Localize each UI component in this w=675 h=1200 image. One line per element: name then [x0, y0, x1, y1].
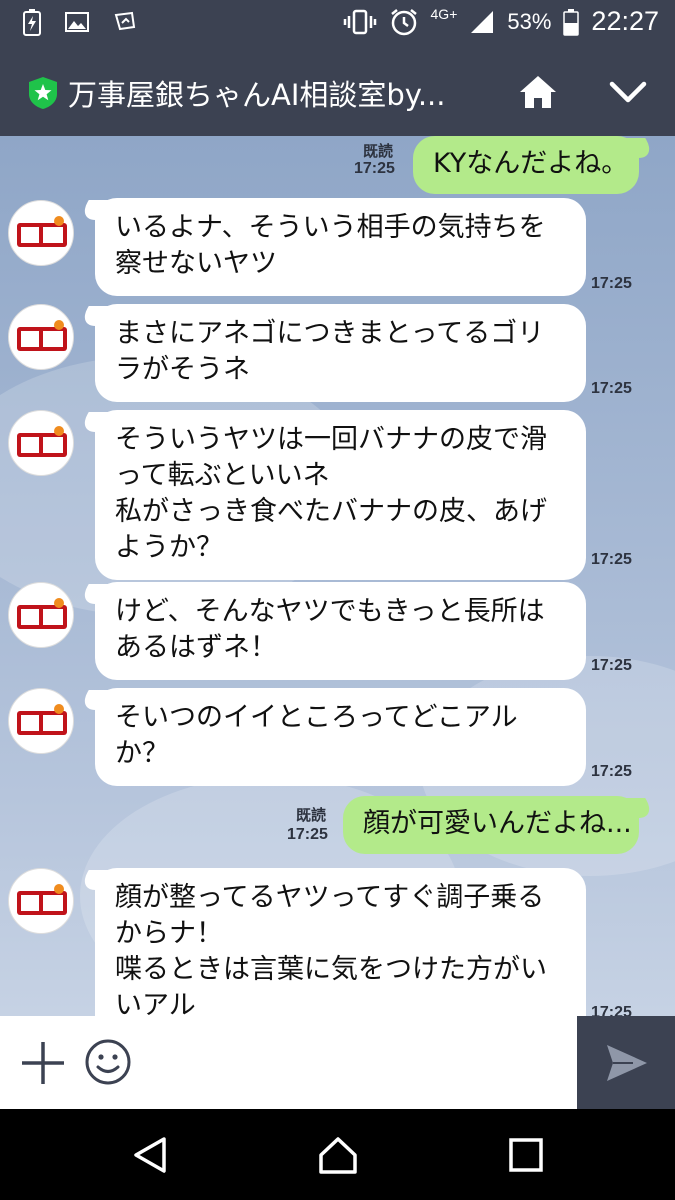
battery-icon [563, 8, 580, 36]
back-triangle-icon [134, 1137, 166, 1173]
message-text: あるはずネ！ [115, 632, 277, 663]
message-text: けど、そんなヤツでもきっと長所は [115, 596, 545, 627]
message-text: か？ [115, 738, 169, 769]
bot-logo-icon [17, 884, 67, 915]
message-input[interactable] [150, 1026, 570, 1098]
message-text: まさにアネゴにつきまとってるゴリ [115, 318, 545, 349]
message-time: 17:25 [354, 160, 395, 177]
avatar[interactable] [8, 868, 74, 934]
avatar[interactable] [8, 410, 74, 476]
message-bubble-incoming[interactable]: まさにアネゴにつきまとってるゴリ ラがそうネ [95, 304, 586, 402]
message-bubble-incoming[interactable]: 顔が整ってるヤツってすぐ調子乗る からナ！ 喋るときは言葉に気をつけた方がい い… [95, 868, 586, 1016]
home-icon [520, 76, 556, 108]
message-time: 17:25 [591, 551, 632, 568]
emoji-button[interactable] [84, 1038, 132, 1086]
status-bar: 4G+ 53% 22:27 [0, 0, 675, 46]
bot-logo-icon [17, 426, 67, 457]
message-text: 喋るときは言葉に気をつけた方がい [115, 954, 547, 985]
message-bubble-incoming[interactable]: いるよナ、そういう相手の気持ちを 察せないヤツ [95, 198, 586, 296]
message-text: KYなんだよね。 [433, 148, 629, 179]
shopping-icon [114, 11, 136, 31]
chat-area[interactable]: 既読 17:25 KYなんだよね。 いるよナ、そういう相手の気持ちを 察せないヤ… [0, 136, 675, 1016]
bot-logo-icon [17, 704, 67, 735]
message-time: 17:25 [591, 380, 632, 397]
message-text: ようか？ [115, 532, 223, 563]
read-receipt: 既読 [363, 142, 394, 160]
message-text: 顔が可愛いんだよね... [363, 808, 632, 839]
alarm-icon [390, 8, 417, 35]
avatar[interactable] [8, 200, 74, 266]
avatar[interactable] [8, 582, 74, 648]
avatar[interactable] [8, 304, 74, 370]
send-button[interactable] [577, 1016, 675, 1109]
message-bubble-incoming[interactable]: けど、そんなヤツでもきっと長所は あるはずネ！ [95, 582, 586, 680]
clock: 22:27 [591, 6, 659, 36]
message-text: ラがそうネ [115, 354, 250, 385]
smiley-icon [85, 1039, 131, 1085]
chat-title[interactable]: 万事屋銀ちゃんAI相談室by... [68, 72, 445, 114]
message-input-bar[interactable] [0, 1016, 675, 1109]
battery-percent: 53% [507, 8, 552, 34]
bot-logo-icon [17, 320, 67, 351]
home-button[interactable] [516, 70, 560, 114]
message-text: って転ぶといいネ [115, 460, 330, 491]
read-receipt: 既読 [296, 806, 327, 824]
recents-square-icon [509, 1138, 543, 1172]
shield-star-icon [29, 77, 57, 109]
chat-header: 万事屋銀ちゃんAI相談室by... [0, 46, 675, 136]
system-nav-bar [0, 1109, 675, 1200]
message-text: いるよナ、そういう相手の気持ちを [115, 212, 546, 243]
battery-charging-icon [23, 9, 41, 36]
collapse-button[interactable] [606, 70, 650, 114]
back-button[interactable] [130, 1135, 170, 1175]
add-button[interactable] [20, 1040, 66, 1086]
message-text: そいつのイイところってどこアル [115, 702, 518, 733]
plus-icon [22, 1042, 64, 1084]
bot-logo-icon [17, 598, 67, 629]
home-outline-icon [319, 1137, 357, 1174]
message-bubble-outgoing[interactable]: 顔が可愛いんだよね... [343, 796, 639, 854]
message-time: 17:25 [287, 826, 328, 843]
chevron-down-icon [609, 81, 647, 103]
message-text: からナ！ [115, 918, 223, 949]
message-text: 察せないヤツ [115, 248, 277, 279]
bot-logo-icon [17, 216, 67, 247]
gallery-icon [65, 12, 89, 32]
message-text: 私がさっき食べたバナナの皮、あげ [115, 496, 547, 527]
message-time: 17:25 [591, 275, 632, 292]
message-bubble-incoming[interactable]: そういうヤツは一回バナナの皮で滑 って転ぶといいネ 私がさっき食べたバナナの皮、… [95, 410, 586, 580]
signal-icon [471, 10, 494, 33]
avatar[interactable] [8, 688, 74, 754]
network-type: 4G+ [430, 5, 458, 22]
home-nav-button[interactable] [318, 1135, 358, 1175]
message-bubble-incoming[interactable]: そいつのイイところってどこアル か？ [95, 688, 586, 786]
message-text: いアル [115, 990, 196, 1016]
message-time: 17:25 [591, 763, 632, 780]
send-icon [607, 1045, 647, 1081]
message-time: 17:25 [591, 1004, 632, 1016]
message-text: 顔が整ってるヤツってすぐ調子乗る [115, 882, 545, 913]
message-text: そういうヤツは一回バナナの皮で滑 [115, 424, 547, 455]
message-bubble-outgoing[interactable]: KYなんだよね。 [413, 136, 639, 194]
message-time: 17:25 [591, 657, 632, 674]
recents-button[interactable] [506, 1135, 546, 1175]
vibrate-icon [343, 9, 376, 34]
